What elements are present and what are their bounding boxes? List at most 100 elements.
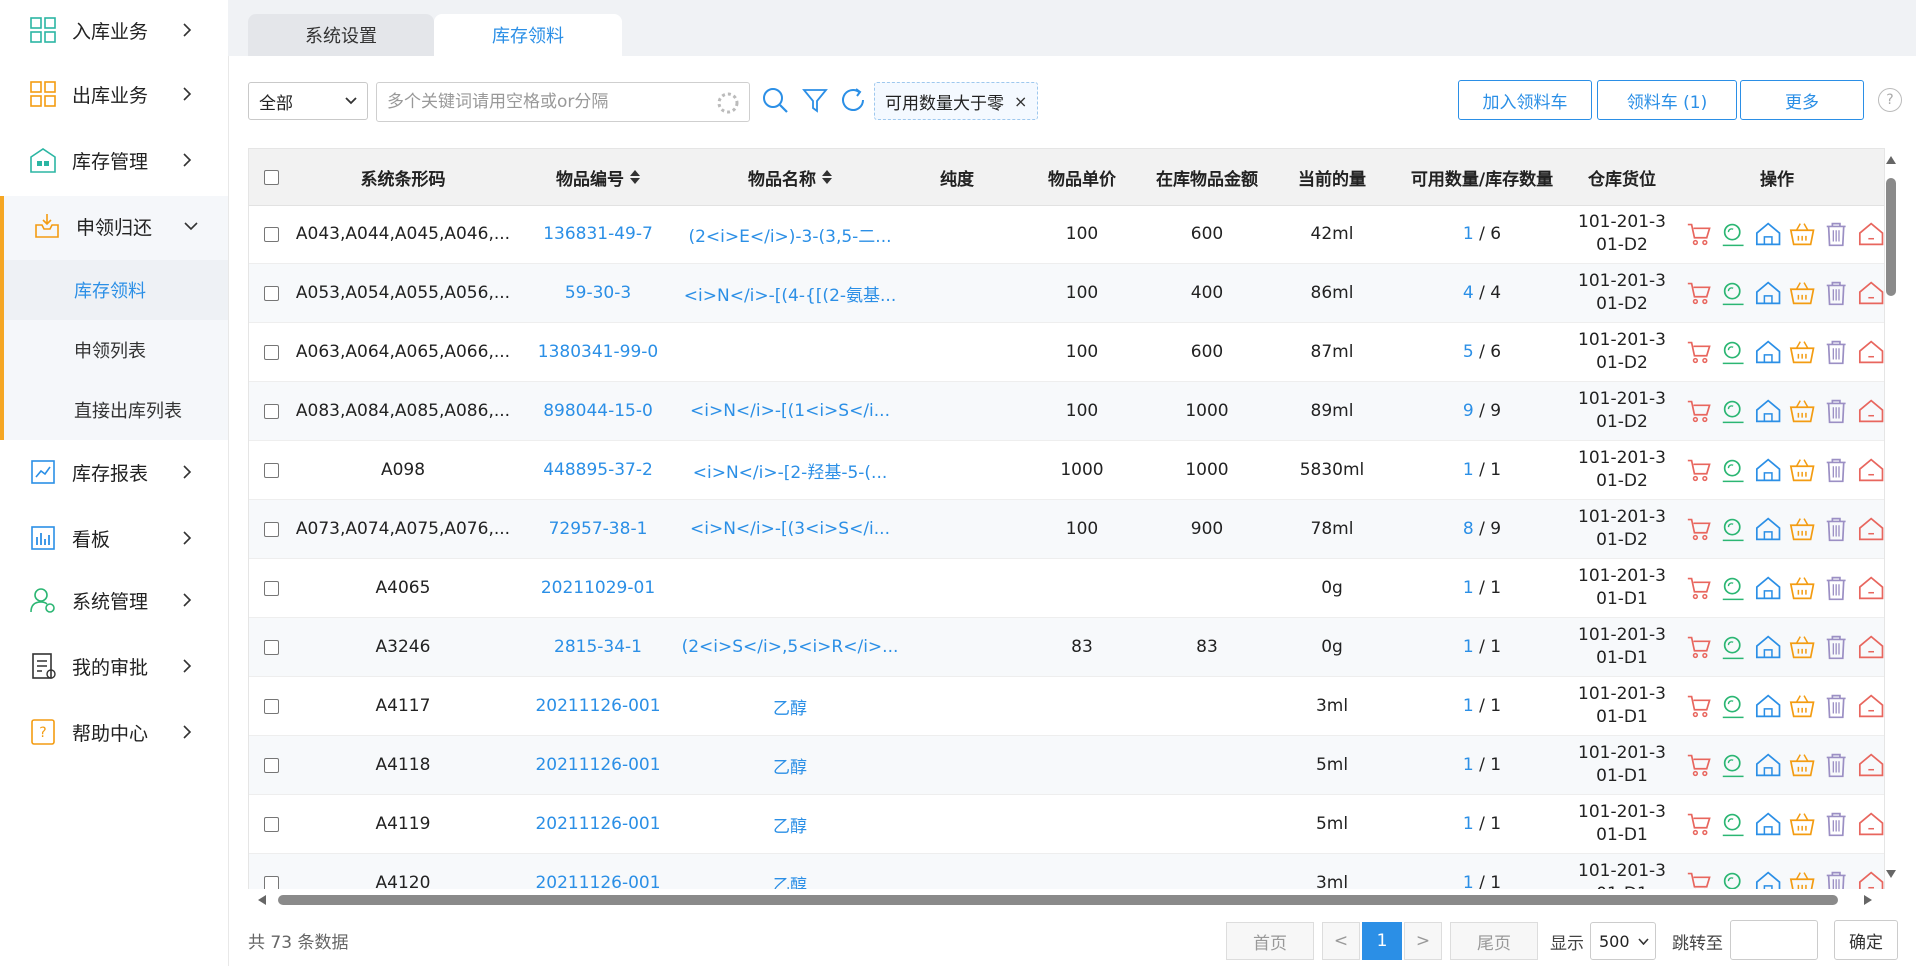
- cart-icon[interactable]: [1685, 219, 1713, 249]
- cell-item-name[interactable]: <i>N</i>-[(1<i>S</i...: [683, 382, 897, 440]
- table-row[interactable]: A098 448895-37-2 <i>N</i>-[2-羟基-5-(... 1000…: [249, 441, 1884, 500]
- trash-icon[interactable]: [1822, 337, 1850, 367]
- header-item-no[interactable]: 物品编号: [513, 149, 683, 205]
- warehouse-icon[interactable]: [1754, 868, 1782, 889]
- basket-icon[interactable]: [1788, 691, 1816, 721]
- tab-system-settings[interactable]: 系统设置: [248, 14, 434, 56]
- return-home-icon[interactable]: [1857, 337, 1885, 367]
- page-size-select[interactable]: 500: [1590, 922, 1656, 960]
- warehouse-icon[interactable]: [1754, 573, 1782, 603]
- table-row[interactable]: A043,A044,A045,A046,... 136831-49-7 (2<i>E…: [249, 205, 1884, 264]
- current-page-button[interactable]: 1: [1362, 922, 1402, 960]
- header-item-name[interactable]: 物品名称: [683, 149, 897, 205]
- cart-icon[interactable]: [1685, 750, 1713, 780]
- submenu-item-request-list[interactable]: 申领列表: [4, 320, 228, 380]
- basket-icon[interactable]: [1788, 750, 1816, 780]
- table-row[interactable]: A053,A054,A055,A056,... 59-30-3 <i>N</i>-[…: [249, 264, 1884, 323]
- submenu-item-inventory-pick[interactable]: 库存领料: [4, 260, 228, 320]
- more-button[interactable]: 更多: [1740, 80, 1864, 120]
- cell-item-name[interactable]: [683, 323, 897, 381]
- warehouse-icon[interactable]: [1754, 514, 1782, 544]
- return-home-icon[interactable]: [1857, 219, 1885, 249]
- return-home-icon[interactable]: [1857, 750, 1885, 780]
- search-icon[interactable]: [760, 85, 790, 115]
- add-to-cart-button[interactable]: 加入领料车: [1458, 80, 1592, 120]
- warehouse-icon[interactable]: [1754, 750, 1782, 780]
- cell-item-name[interactable]: <i>N</i>-[(4-{[(2-氨基...: [683, 264, 897, 322]
- search-detail-icon[interactable]: [1719, 455, 1747, 485]
- cell-item-no[interactable]: 20211126-001: [513, 736, 683, 794]
- search-detail-icon[interactable]: [1719, 337, 1747, 367]
- basket-icon[interactable]: [1788, 278, 1816, 308]
- row-checkbox[interactable]: [263, 344, 279, 360]
- trash-icon[interactable]: [1822, 455, 1850, 485]
- nav-report[interactable]: 库存报表: [0, 442, 228, 502]
- warehouse-icon[interactable]: [1754, 632, 1782, 662]
- cell-item-name[interactable]: (2<i>E</i>)-3-(3,5-二...: [683, 205, 897, 263]
- warehouse-icon[interactable]: [1754, 396, 1782, 426]
- return-home-icon[interactable]: [1857, 868, 1885, 889]
- warehouse-icon[interactable]: [1754, 691, 1782, 721]
- search-detail-icon[interactable]: [1719, 691, 1747, 721]
- row-checkbox[interactable]: [263, 403, 279, 419]
- available-qty-link[interactable]: 1: [1463, 755, 1474, 775]
- warehouse-icon[interactable]: [1754, 337, 1782, 367]
- cell-item-name[interactable]: 乙醇: [683, 854, 897, 890]
- cart-icon[interactable]: [1685, 632, 1713, 662]
- table-row[interactable]: A4118 20211126-001 乙醇 5ml 1 / 1 101-201-3 01-D…: [249, 736, 1884, 795]
- cart-icon[interactable]: [1685, 691, 1713, 721]
- table-row[interactable]: A3246 2815-34-1 (2<i>S</i>,5<i>R</i>... 83 8…: [249, 618, 1884, 677]
- search-detail-icon[interactable]: [1719, 573, 1747, 603]
- scope-select[interactable]: 全部: [248, 82, 368, 120]
- warehouse-icon[interactable]: [1754, 809, 1782, 839]
- return-home-icon[interactable]: [1857, 809, 1885, 839]
- available-qty-link[interactable]: 1: [1463, 224, 1474, 244]
- row-checkbox[interactable]: [263, 757, 279, 773]
- nav-help-center[interactable]: ? 帮助中心: [0, 702, 228, 762]
- horizontal-scroll-thumb[interactable]: [278, 895, 1838, 905]
- nav-dashboard[interactable]: 看板: [0, 508, 228, 568]
- search-input[interactable]: [385, 83, 709, 121]
- trash-icon[interactable]: [1822, 573, 1850, 603]
- table-row[interactable]: A063,A064,A065,A066,... 1380341-99-0 100 60…: [249, 323, 1884, 382]
- row-checkbox[interactable]: [263, 816, 279, 832]
- scroll-up-icon[interactable]: [1886, 156, 1896, 164]
- trash-icon[interactable]: [1822, 514, 1850, 544]
- basket-icon[interactable]: [1788, 868, 1816, 889]
- cell-item-no[interactable]: 20211126-001: [513, 677, 683, 735]
- table-row[interactable]: A4119 20211126-001 乙醇 5ml 1 / 1 101-201-3 01-D…: [249, 795, 1884, 854]
- return-home-icon[interactable]: [1857, 632, 1885, 662]
- warehouse-icon[interactable]: [1754, 278, 1782, 308]
- nav-inventory[interactable]: 库存管理: [0, 130, 228, 190]
- cell-item-name[interactable]: <i>N</i>-[2-羟基-5-(...: [683, 441, 897, 499]
- vertical-scrollbar[interactable]: [1883, 148, 1899, 888]
- row-checkbox[interactable]: [263, 875, 279, 889]
- cell-item-no[interactable]: 20211029-01: [513, 559, 683, 617]
- available-qty-link[interactable]: 1: [1463, 637, 1474, 657]
- row-checkbox[interactable]: [263, 226, 279, 242]
- trash-icon[interactable]: [1822, 868, 1850, 889]
- trash-icon[interactable]: [1822, 809, 1850, 839]
- scroll-right-icon[interactable]: [1864, 895, 1872, 905]
- return-home-icon[interactable]: [1857, 396, 1885, 426]
- horizontal-scrollbar[interactable]: [248, 890, 1883, 908]
- search-detail-icon[interactable]: [1719, 396, 1747, 426]
- table-row[interactable]: A083,A084,A085,A086,... 898044-15-0 <i>N</…: [249, 382, 1884, 441]
- nav-system-admin[interactable]: 系统管理: [0, 570, 228, 630]
- trash-icon[interactable]: [1822, 278, 1850, 308]
- last-page-button[interactable]: 尾页: [1450, 922, 1538, 960]
- warehouse-icon[interactable]: [1754, 455, 1782, 485]
- basket-icon[interactable]: [1788, 809, 1816, 839]
- basket-icon[interactable]: [1788, 396, 1816, 426]
- basket-icon[interactable]: [1788, 455, 1816, 485]
- cart-icon[interactable]: [1685, 809, 1713, 839]
- available-qty-link[interactable]: 5: [1463, 342, 1474, 362]
- cell-item-no[interactable]: 72957-38-1: [513, 500, 683, 558]
- available-qty-link[interactable]: 1: [1463, 696, 1474, 716]
- row-checkbox[interactable]: [263, 521, 279, 537]
- filter-icon[interactable]: [800, 85, 830, 115]
- basket-icon[interactable]: [1788, 514, 1816, 544]
- trash-icon[interactable]: [1822, 750, 1850, 780]
- row-checkbox[interactable]: [263, 462, 279, 478]
- table-row[interactable]: A4117 20211126-001 乙醇 3ml 1 / 1 101-201-3 01-D…: [249, 677, 1884, 736]
